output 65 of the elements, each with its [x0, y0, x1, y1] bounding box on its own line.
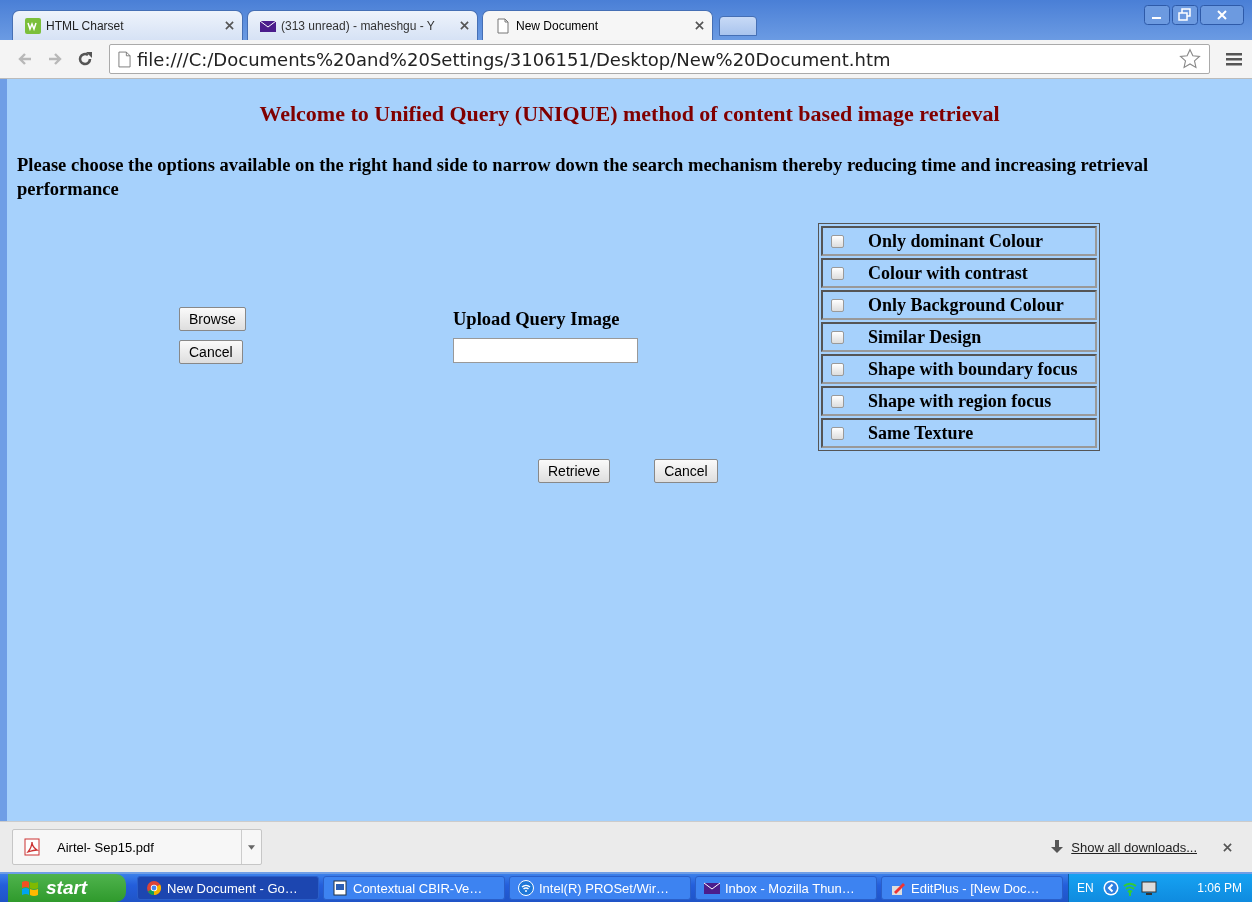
- page-heading: Welcome to Unified Query (UNIQUE) method of content based image retrieval: [258, 101, 1001, 127]
- taskbar-button[interactable]: EditPlus - [New Doc…: [881, 876, 1063, 900]
- address-bar[interactable]: file:///C:/Documents%20and%20Settings/3106151/Desktop/New%20Document.htm: [109, 44, 1210, 74]
- download-icon: [1051, 840, 1064, 854]
- page-icon: [118, 50, 131, 68]
- checkbox[interactable]: [831, 394, 844, 408]
- option-row[interactable]: Colour with contrast: [821, 258, 1097, 288]
- document-icon: [332, 880, 348, 896]
- checkbox[interactable]: [831, 298, 844, 312]
- envelope-icon: [704, 880, 720, 896]
- close-icon[interactable]: [1200, 5, 1244, 25]
- taskbar-button[interactable]: New Document - Go…: [137, 876, 319, 900]
- option-label: Colour with contrast: [868, 262, 1028, 284]
- clock: 1:06 PM: [1197, 881, 1242, 895]
- browser-tab[interactable]: New Document: [482, 10, 713, 40]
- option-row[interactable]: Same Texture: [821, 418, 1097, 448]
- checkbox[interactable]: [831, 266, 844, 280]
- option-label: Same Texture: [868, 422, 974, 444]
- option-row[interactable]: Shape with boundary focus: [821, 354, 1097, 384]
- menu-icon[interactable]: [1226, 51, 1242, 67]
- checkbox[interactable]: [831, 362, 844, 376]
- close-icon[interactable]: [1223, 842, 1232, 852]
- pdf-icon: [23, 838, 41, 856]
- option-row[interactable]: Only dominant Colour: [821, 226, 1097, 256]
- retrieve-button[interactable]: Retrieve: [538, 459, 611, 483]
- option-row[interactable]: Shape with region focus: [821, 386, 1097, 416]
- option-row[interactable]: Similar Design: [821, 322, 1097, 352]
- new-tab-button[interactable]: [719, 16, 757, 36]
- option-row[interactable]: Only Background Colour: [821, 290, 1097, 320]
- chevron-icon[interactable]: [1102, 880, 1119, 896]
- show-all-downloads-link[interactable]: Show all downloads...: [1071, 839, 1197, 855]
- option-label: Similar Design: [868, 326, 982, 348]
- browser-tab[interactable]: (313 unread) - maheshgu - Y: [247, 10, 478, 40]
- checkbox[interactable]: [831, 330, 844, 344]
- upload-label: Upload Query Image: [453, 309, 620, 330]
- windows-logo-icon: [20, 879, 40, 897]
- caret-icon[interactable]: [248, 844, 255, 850]
- chrome-icon: [146, 880, 162, 896]
- option-label: Only dominant Colour: [868, 230, 1044, 252]
- minimize-icon[interactable]: [1144, 5, 1170, 25]
- browse-button[interactable]: Browse: [179, 307, 246, 331]
- star-icon[interactable]: [1179, 48, 1201, 70]
- option-label: Shape with boundary focus: [868, 358, 1078, 380]
- checkbox[interactable]: [831, 426, 844, 440]
- pencil-icon: [890, 880, 906, 896]
- browser-tab[interactable]: HTML Charset: [12, 10, 243, 40]
- page-icon: [495, 17, 511, 34]
- cancel-button[interactable]: Cancel: [179, 340, 243, 364]
- wifi-icon: [518, 880, 534, 896]
- taskbar-button[interactable]: Intel(R) PROSet/Wir…: [509, 876, 691, 900]
- taskbar-button[interactable]: Inbox - Mozilla Thun…: [695, 876, 877, 900]
- checkbox[interactable]: [831, 234, 844, 248]
- intro-text: Please choose the options available on the right hand side to narrow down the search mechanism thereby reducing time and increasing retrieval performance: [17, 154, 1150, 201]
- close-icon: [225, 21, 234, 30]
- option-label: Shape with region focus: [868, 390, 1052, 412]
- monitor-icon[interactable]: [1140, 880, 1157, 896]
- w3-logo-icon: [25, 17, 41, 34]
- taskbar-button[interactable]: Contextual CBIR-Ve…: [323, 876, 505, 900]
- cancel-button[interactable]: Cancel: [654, 459, 718, 483]
- option-label: Only Background Colour: [868, 294, 1064, 316]
- input-field[interactable]: [453, 338, 638, 363]
- download-item[interactable]: Airtel- Sep15.pdf: [12, 829, 262, 865]
- restore-icon[interactable]: [1172, 5, 1198, 25]
- close-icon: [695, 21, 704, 30]
- close-icon: [460, 21, 469, 30]
